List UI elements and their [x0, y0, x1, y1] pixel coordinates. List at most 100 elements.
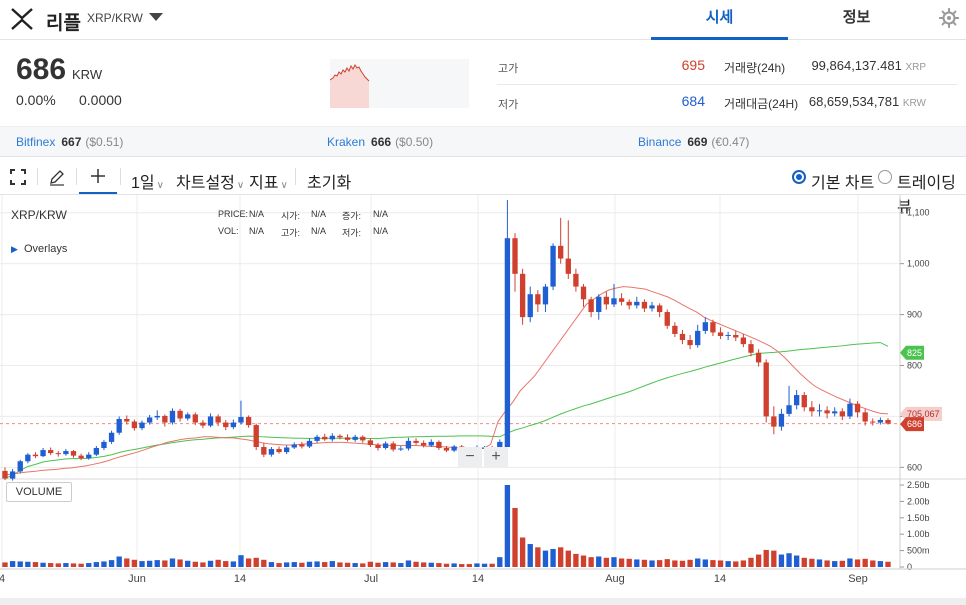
volume-bar	[535, 547, 541, 567]
candle-body	[2, 470, 8, 479]
volume-bar	[740, 560, 747, 567]
volume-bar	[154, 560, 160, 567]
candle-body	[519, 273, 526, 318]
volume-bar	[824, 560, 830, 567]
candle-body	[740, 337, 747, 345]
volume-bar	[9, 561, 16, 567]
candle-body	[771, 416, 777, 427]
volume-bar	[877, 561, 884, 567]
candle-body	[405, 440, 412, 449]
price-tick-label: 600	[907, 462, 922, 472]
candle-body	[672, 325, 678, 334]
volume-bar	[497, 557, 503, 567]
time-tick-label: 14	[472, 573, 484, 585]
tradingview-radio[interactable]	[878, 170, 892, 184]
basic-chart-label[interactable]: 기본 차트	[811, 169, 874, 193]
crosshair-button[interactable]	[79, 158, 117, 194]
candle-body	[48, 450, 54, 454]
exchange-binance[interactable]: Binance 669 (€0.47)	[638, 135, 749, 149]
exchange-kraken[interactable]: Kraken 666 ($0.50)	[327, 135, 433, 149]
exchange-bitfinex[interactable]: Bitfinex 667 ($0.51)	[16, 135, 123, 149]
toolbar-divider	[76, 168, 77, 185]
time-tick-label: Aug	[605, 573, 625, 585]
coin-name[interactable]: 리플	[46, 8, 81, 35]
overlays-label: Overlays	[23, 243, 68, 255]
candle-body	[717, 332, 724, 336]
vol-info-label: VOL:	[218, 226, 239, 236]
candle-body	[139, 422, 145, 429]
chevron-down-icon: ∨	[280, 180, 288, 191]
volume-bar	[25, 561, 31, 567]
volume-bar	[474, 563, 480, 567]
volume-bar	[192, 561, 198, 567]
volume-bar	[367, 561, 374, 567]
candle-body	[360, 436, 366, 441]
volume-bar	[466, 564, 473, 567]
zoom-out-button[interactable]: −	[458, 447, 482, 467]
candle-body	[824, 410, 830, 414]
volume-unit: XRP	[905, 62, 926, 73]
fullscreen-icon[interactable]	[10, 169, 26, 185]
vol-info-value: N/A	[249, 226, 265, 236]
volume-bar	[672, 560, 678, 567]
volume-bar	[70, 563, 77, 567]
chart-settings-dropdown[interactable]: 차트설정 ∨	[176, 169, 244, 193]
candle-body	[162, 415, 168, 423]
volume-bar	[649, 560, 655, 567]
volume-tick-label: 0	[907, 562, 912, 572]
tab-info[interactable]: 정보	[788, 0, 925, 40]
volume-bar	[801, 557, 807, 567]
candle-body	[245, 416, 252, 426]
pencil-draw-icon[interactable]	[48, 168, 66, 186]
candle-body	[108, 432, 115, 442]
volume-bar	[839, 560, 845, 567]
zoom-in-button[interactable]: +	[484, 447, 508, 467]
volume-bar	[398, 563, 404, 567]
indicators-dropdown[interactable]: 지표 ∨	[249, 169, 288, 193]
candle-body	[154, 415, 160, 418]
coin-pair[interactable]: XRP/KRW	[87, 11, 143, 25]
interval-dropdown[interactable]: 1일 ∨	[131, 169, 164, 193]
current-price: 686	[16, 53, 67, 86]
volume-bar	[314, 561, 320, 567]
tab-price[interactable]: 시세	[651, 0, 788, 40]
volume-bar	[177, 559, 183, 567]
reset-button[interactable]: 초기화	[307, 169, 351, 193]
volume-bar	[283, 562, 290, 567]
chart-pair-label: XRP/KRW	[11, 208, 67, 222]
overlays-toggle[interactable]: ▶ Overlays	[11, 243, 67, 255]
volume-bar	[223, 561, 229, 567]
exchange-alt-price: (€0.47)	[711, 135, 750, 149]
volume-bar	[687, 559, 693, 567]
price-chart[interactable]: 6007008009001,0001,100 2.50b2.00b1.50b1.…	[0, 195, 966, 598]
candle-body	[839, 411, 845, 417]
volume-bar	[771, 550, 777, 567]
volume-value: 99,864,137.481	[811, 58, 902, 73]
low-info-label: 저가:	[342, 228, 362, 238]
bottom-scroll-strip[interactable]	[0, 598, 966, 605]
change-rate: 0.00%	[16, 92, 56, 108]
candle-body	[223, 422, 229, 428]
volume-tick-label: 2.00b	[907, 496, 930, 506]
volume-bar	[550, 548, 556, 567]
current-price-tag-text: 686	[907, 419, 922, 429]
volume-bar	[862, 558, 868, 567]
volume-bar	[717, 560, 724, 567]
volume-bar	[565, 550, 571, 567]
volume-bar	[854, 559, 861, 567]
volume-toggle-button[interactable]: VOLUME	[6, 482, 72, 502]
candle-body	[733, 334, 739, 338]
volume-bar	[710, 560, 716, 567]
candle-body	[565, 258, 571, 274]
chart-grid	[0, 195, 966, 569]
candle-body	[649, 305, 655, 309]
volume-bar	[702, 559, 708, 567]
gear-icon[interactable]	[938, 7, 960, 29]
volume-bar	[55, 563, 61, 567]
chevron-down-icon: ∨	[156, 180, 164, 191]
coin-dropdown-arrow-icon[interactable]	[149, 13, 163, 21]
volume-bar	[809, 558, 815, 567]
volume-bar	[573, 553, 579, 567]
basic-chart-radio[interactable]	[792, 170, 806, 184]
volume-bar	[390, 562, 396, 567]
